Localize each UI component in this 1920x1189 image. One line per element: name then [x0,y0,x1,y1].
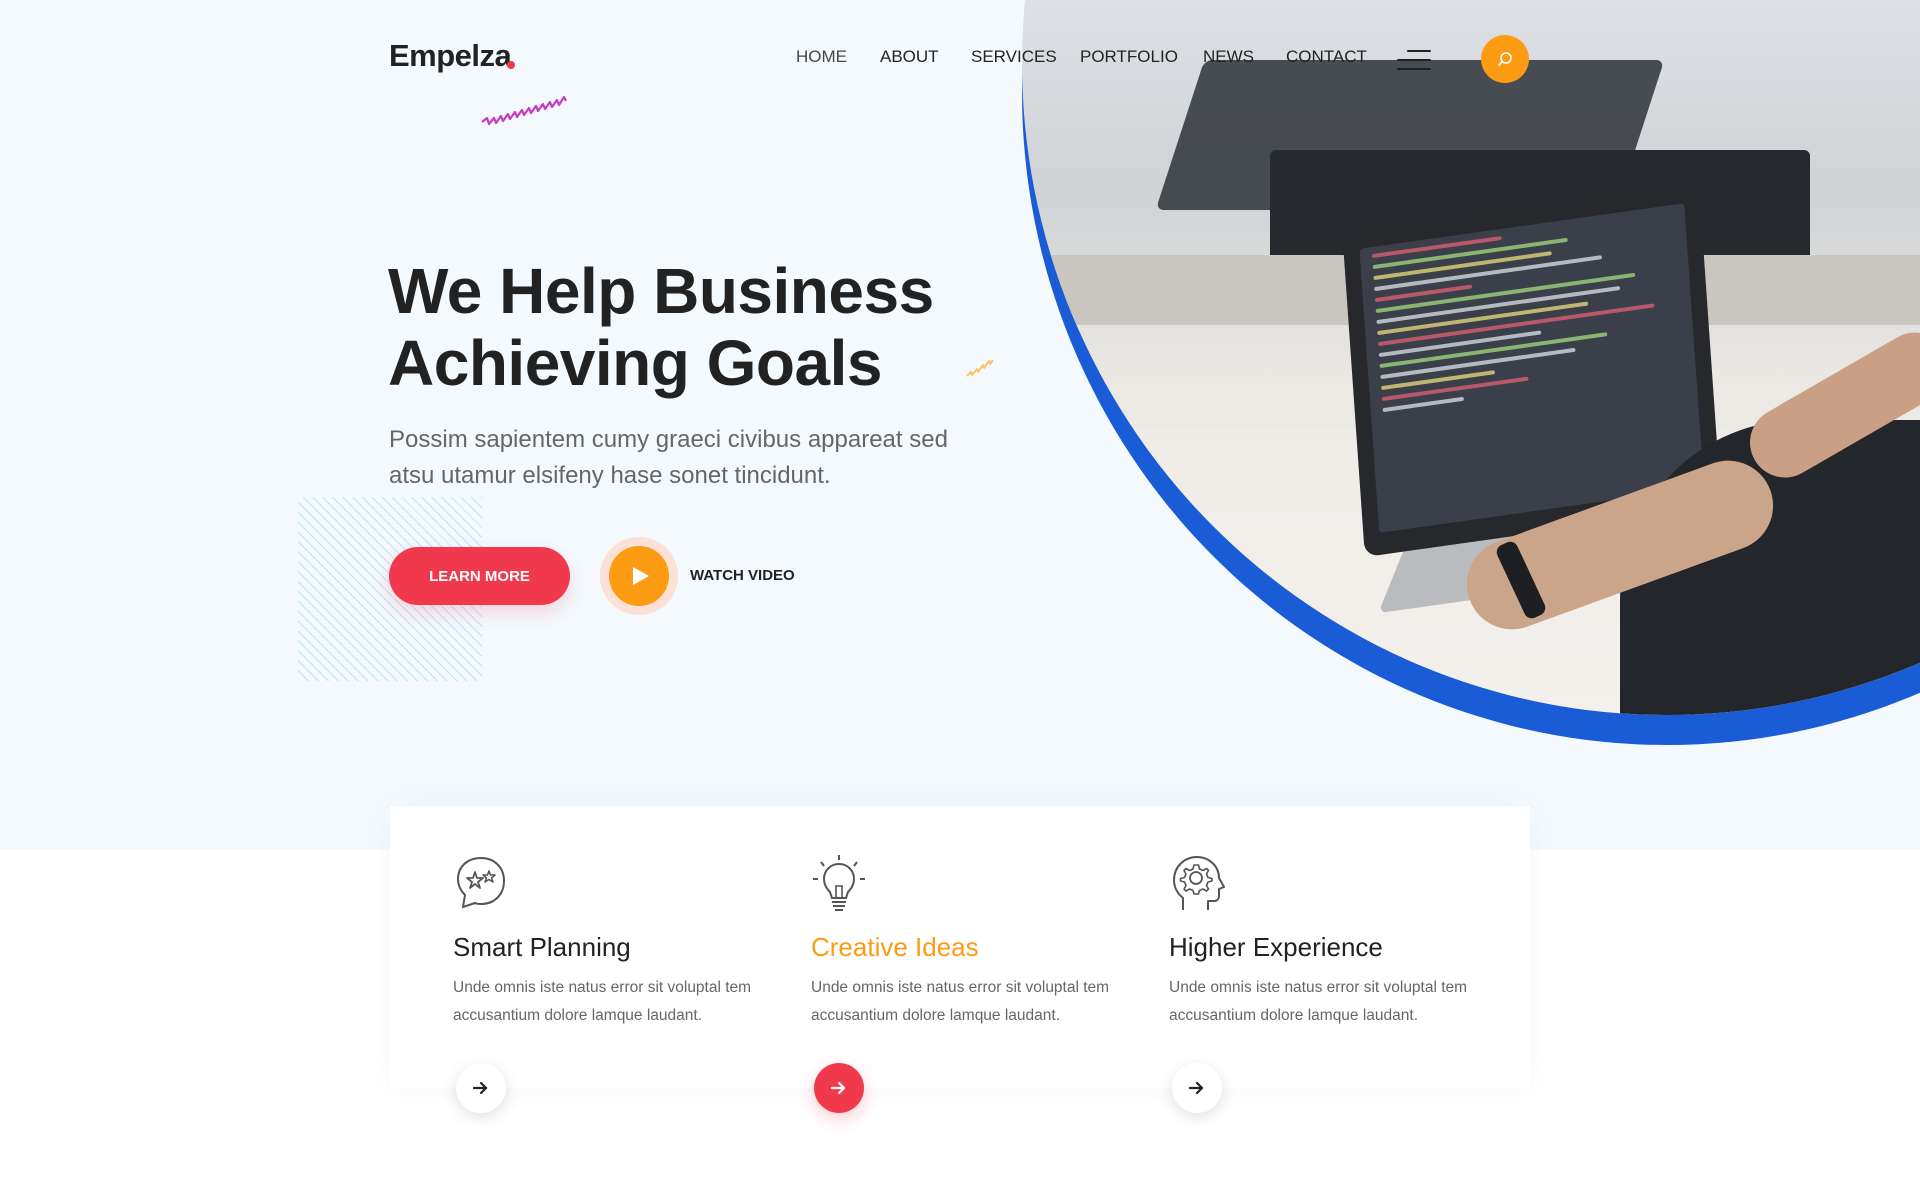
play-video-button[interactable] [600,537,678,615]
learn-more-button[interactable]: LEARN MORE [389,547,570,605]
hero-description: Possim sapientem cumy graeci civibus app… [389,426,948,489]
feature-arrow-button[interactable] [1172,1063,1222,1113]
zigzag-decoration-icon [481,95,567,126]
play-icon [633,567,649,585]
hamburger-icon[interactable] [1397,50,1431,70]
nav-about[interactable]: ABOUT [880,47,939,67]
brand-logo-dot [507,61,515,69]
hero-title-line-1: We Help Business [388,255,934,327]
feature-text: Unde omnis iste natus error sit voluptal… [811,979,1110,1024]
feature-title: Creative Ideas [811,932,979,962]
search-button[interactable] [1481,35,1529,83]
nav-home[interactable]: HOME [796,47,847,67]
small-zigzag-decoration-icon [966,359,994,377]
head-gear-icon [1173,856,1225,910]
watch-video-link[interactable]: WATCH VIDEO [690,567,795,584]
arrow-right-icon [1189,1081,1204,1095]
nav-portfolio[interactable]: PORTFOLIO [1080,47,1178,67]
arrow-right-icon [831,1081,846,1095]
play-button-circle [609,546,669,606]
nav-contact[interactable]: CONTACT [1286,47,1367,67]
feature-arrow-button[interactable] [456,1063,506,1113]
feature-title: Smart Planning [453,932,631,962]
feature-text: Unde omnis iste natus error sit voluptal… [453,979,752,1024]
feature-title: Higher Experience [1169,932,1383,962]
search-icon [1498,52,1512,66]
brand-logo[interactable]: Empelza [389,38,512,74]
feature-smart-planning: Smart Planning Unde omnis iste natus err… [390,806,751,1113]
lightbulb-icon [813,855,865,911]
nav-services[interactable]: SERVICES [971,47,1057,67]
feature-arrow-button[interactable] [814,1063,864,1113]
head-stars-icon [456,856,506,909]
hero-title: We Help Business Achieving Goals [388,255,1008,399]
hero-title-line-2: Achieving Goals [388,327,882,399]
nav-news[interactable]: NEWS [1203,47,1254,67]
features-card: Smart Planning Unde omnis iste natus err… [390,806,1530,1113]
feature-higher-experience: Higher Experience Unde omnis iste natus … [1106,806,1467,1113]
feature-text: Unde omnis iste natus error sit voluptal… [1169,979,1468,1024]
arrow-right-icon [473,1081,488,1095]
feature-creative-ideas: Creative Ideas Unde omnis iste natus err… [748,806,1109,1113]
